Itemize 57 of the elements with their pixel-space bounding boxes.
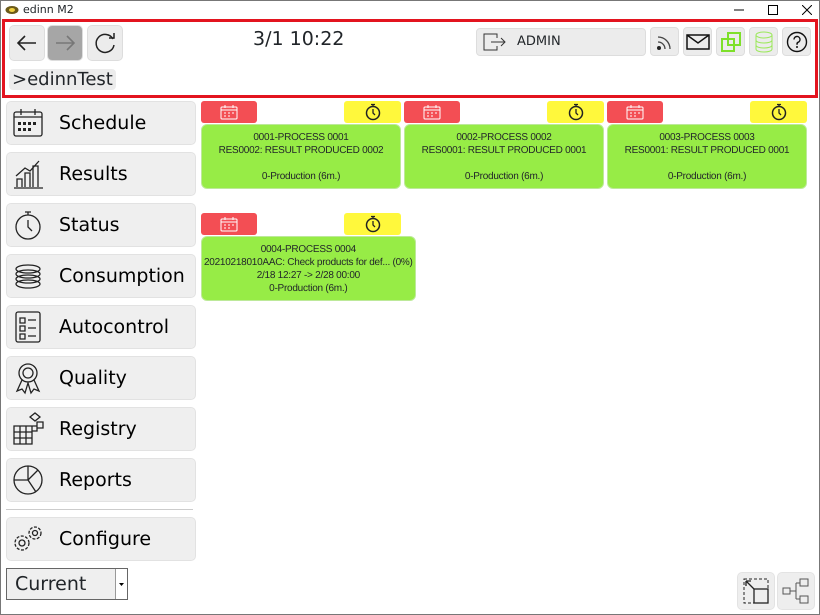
- menu-button[interactable]: Consumption: [6, 254, 196, 298]
- stopwatch-icon: [364, 103, 380, 121]
- card-text: 0-Production (6m.): [269, 282, 348, 294]
- card-text: 2/18 12:27 -> 2/28 00:00: [256, 268, 360, 282]
- back-button[interactable]: [9, 25, 45, 61]
- app-logo-icon: [5, 5, 19, 15]
- stopwatch-icon: [770, 103, 786, 121]
- menu-button[interactable]: Registry: [6, 407, 196, 451]
- menu-button[interactable]: Reports: [6, 458, 196, 502]
- card-text: 0002-PROCESS 0002: [456, 130, 552, 144]
- card-text: RES0001: RESULT PRODUCED 0001: [624, 144, 790, 156]
- help-icon[interactable]: [782, 27, 811, 56]
- menu-button[interactable]: Schedule: [6, 101, 196, 145]
- menu-button[interactable]: Quality: [6, 356, 196, 400]
- calendar-icon: [626, 104, 644, 120]
- card-text: 0003-PROCESS 0003: [659, 130, 755, 144]
- timer-tag[interactable]: [344, 101, 401, 123]
- card-text: 0004-PROCESS 0004: [260, 242, 356, 256]
- calendar-icon: [220, 104, 238, 120]
- resize-button[interactable]: [737, 572, 775, 610]
- menu-button[interactable]: Configure: [6, 517, 196, 561]
- calendar-icon: [220, 216, 238, 232]
- calendar-icon: [423, 104, 441, 120]
- refresh-button[interactable]: [87, 25, 123, 61]
- card-text: 20210218010AAC: Check products for def... (0%): [204, 256, 413, 268]
- window-title: edinn M2: [23, 2, 74, 18]
- clock-text: 3/1 10:22: [253, 27, 344, 52]
- process-card[interactable]: 0004-PROCESS 0004 20210218010AAC: Check products for def... (0%) 2/18 12:27 -> 2/28 00:00 0-Production (6m.): [201, 236, 416, 301]
- logout-icon: [483, 32, 507, 50]
- menu-button[interactable]: Status: [6, 203, 196, 247]
- blocks-icon: [11, 412, 45, 446]
- breadcrumb-link[interactable]: >edinnTest: [9, 69, 116, 90]
- stopwatch-icon: [364, 215, 380, 233]
- mail-icon[interactable]: [683, 27, 712, 56]
- timer-tag[interactable]: [344, 213, 401, 235]
- calendar-tag[interactable]: [201, 213, 257, 235]
- user-button[interactable]: ADMIN: [476, 28, 646, 56]
- process-card[interactable]: 0001-PROCESS 0001 RES0002: RESULT PRODUCED 0002 0-Production (6m.): [201, 124, 401, 189]
- caret-icon: [119, 582, 124, 586]
- card-text: 0001-PROCESS 0001: [253, 130, 349, 144]
- card-text: 0-Production (6m.): [464, 170, 544, 182]
- process-card[interactable]: 0002-PROCESS 0002 RES0001: RESULT PRODUCED 0001 0-Production (6m.): [404, 124, 604, 189]
- tree-button[interactable]: [777, 572, 815, 610]
- timer-tag[interactable]: [547, 101, 604, 123]
- menu-button[interactable]: Results: [6, 152, 196, 196]
- calendar-tag[interactable]: [201, 101, 257, 123]
- card-text: 0-Production (6m.): [668, 170, 746, 182]
- card-text: RES0002: RESULT PRODUCED 0002: [218, 144, 384, 156]
- pie-chart-icon: [11, 463, 45, 497]
- process-card[interactable]: 0003-PROCESS 0003 RES0001: RESULT PRODUCED 0001 0-Production (6m.): [607, 124, 807, 189]
- menu-button[interactable]: Autocontrol: [6, 305, 196, 349]
- card-text: 0-Production (6m.): [262, 170, 340, 182]
- signal-icon[interactable]: [650, 27, 679, 56]
- stopwatch-icon: [568, 103, 584, 121]
- period-dropdown[interactable]: Current: [6, 568, 128, 600]
- card-text: RES0001: RESULT PRODUCED 0001: [422, 144, 586, 156]
- timer-tag[interactable]: [750, 101, 807, 123]
